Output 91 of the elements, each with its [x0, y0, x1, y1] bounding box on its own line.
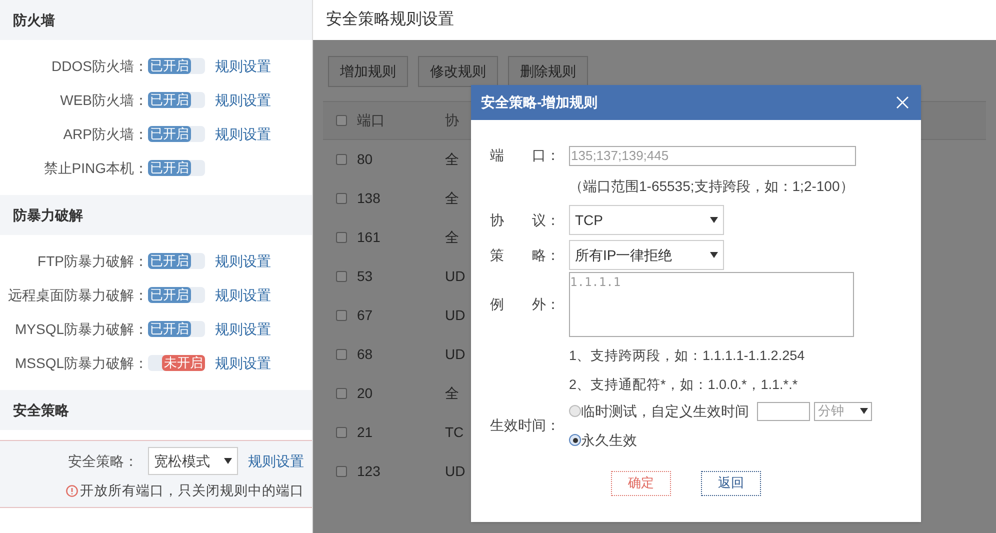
table-cell-text: UD — [445, 462, 466, 481]
rule-settings-link[interactable]: 规则设置 — [215, 284, 271, 306]
protocol-select[interactable]: TCP — [569, 205, 724, 235]
table-cell-text: 全 — [445, 384, 459, 403]
radio-label: 临时测试，自定义生效时间 — [581, 402, 749, 420]
exception-label: 例 外： — [490, 295, 561, 314]
rule-settings-link[interactable]: 规则设置 — [215, 124, 271, 144]
table-cell-text: 161 — [357, 228, 382, 247]
rule-settings-link[interactable]: 规则设置 — [215, 318, 271, 340]
status-toggle[interactable]: 未开启 — [148, 355, 205, 371]
port-label: 端 口： — [490, 146, 561, 165]
setting-label: ARP防火墙： — [62, 124, 148, 144]
rule-settings-link[interactable]: 规则设置 — [248, 450, 304, 472]
row-checkbox[interactable] — [336, 154, 347, 165]
caret-icon — [224, 458, 232, 464]
setting-label: FTP防暴力破解： — [36, 252, 148, 270]
toolbar-button[interactable]: 修改规则 — [418, 56, 498, 87]
table-cell-text: 68 — [357, 345, 374, 364]
setting-label: DDOS防火墙： — [50, 56, 148, 76]
row-checkbox[interactable] — [336, 193, 347, 204]
row-checkbox[interactable] — [336, 427, 347, 438]
setting-label: MYSQL防暴力破解： — [14, 320, 148, 339]
table-cell-text: 80 — [357, 150, 374, 169]
rule-settings-link[interactable]: 规则设置 — [215, 90, 271, 110]
dialog-title: 安全策略-增加规则 — [481, 93, 598, 112]
status-toggle[interactable]: 已开启 — [148, 160, 205, 176]
rule-settings-link[interactable]: 规则设置 — [215, 56, 271, 76]
table-cell-text: 53 — [357, 267, 374, 286]
table-cell-text: UD — [445, 345, 466, 364]
effective-time-label: 生效时间： — [490, 416, 561, 435]
protocol-label: 协 议： — [490, 210, 561, 230]
table-cell-text: 138 — [357, 189, 382, 208]
strategy-select[interactable]: 所有IP一律拒绝 — [569, 240, 724, 270]
row-checkbox[interactable] — [336, 232, 347, 243]
column-header: 端口 — [357, 111, 386, 130]
warning-icon — [66, 485, 78, 498]
setting-label: 禁止PING本机： — [42, 158, 148, 178]
section-title: 防火墙 — [13, 10, 55, 30]
table-cell-text: UD — [445, 306, 466, 325]
checkbox[interactable] — [336, 115, 347, 126]
unit-select[interactable]: 分钟 — [814, 402, 872, 420]
table-cell-text: 全 — [445, 189, 459, 208]
radio-button[interactable] — [569, 405, 581, 417]
status-toggle[interactable]: 已开启 — [148, 321, 205, 337]
page-title: 安全策略规则设置 — [326, 10, 454, 30]
status-toggle[interactable]: 已开启 — [148, 126, 205, 142]
caret-icon — [860, 408, 868, 414]
duration-field[interactable] — [757, 402, 810, 420]
caret-icon — [710, 217, 718, 223]
toolbar-button[interactable]: 删除规则 — [508, 56, 588, 87]
table-cell-text: UD — [445, 267, 466, 286]
table-cell-text: 21 — [357, 423, 374, 442]
section-title: 安全策略 — [13, 400, 69, 420]
table-cell-text: 67 — [357, 306, 374, 325]
toolbar-button[interactable]: 增加规则 — [328, 56, 408, 87]
row-checkbox[interactable] — [336, 466, 347, 477]
exception-note: 1、支持跨两段，如：1.1.1.1-1.1.2.254 — [569, 347, 806, 365]
rule-settings-link[interactable]: 规则设置 — [215, 352, 271, 374]
status-toggle[interactable]: 已开启 — [148, 58, 205, 74]
policy-notice: 开放所有端口，只关闭规则中的端口 — [80, 482, 304, 500]
table-cell-text: TC — [445, 423, 464, 442]
radio-button[interactable] — [569, 434, 581, 446]
strategy-label: 策 略： — [490, 246, 561, 264]
status-toggle[interactable]: 已开启 — [148, 253, 205, 269]
port-hint: （端口范围1-65535;支持跨段，如：1;2-100） — [569, 177, 855, 196]
section-title: 防暴力破解 — [13, 206, 83, 224]
rule-settings-link[interactable]: 规则设置 — [215, 250, 271, 272]
table-cell-text: 20 — [357, 384, 374, 403]
row-checkbox[interactable] — [336, 310, 347, 321]
row-checkbox[interactable] — [336, 388, 347, 399]
back-button[interactable]: 返回 — [701, 470, 761, 496]
policy-select[interactable]: 宽松模式 — [148, 447, 238, 475]
status-toggle[interactable]: 已开启 — [148, 287, 205, 303]
policy-label: 安全策略： — [68, 452, 138, 470]
column-header: 协 — [445, 111, 459, 130]
confirm-button[interactable]: 确定 — [611, 470, 671, 496]
exception-field[interactable]: 1.1.1.1 — [569, 272, 854, 337]
setting-label: WEB防火墙： — [59, 90, 148, 110]
caret-icon — [710, 252, 718, 258]
row-checkbox[interactable] — [336, 271, 347, 282]
radio-label: 永久生效 — [581, 430, 637, 450]
status-toggle[interactable]: 已开启 — [148, 92, 205, 108]
table-cell-text: 全 — [445, 228, 459, 247]
exception-note: 2、支持通配符*，如：1.0.0.*，1.1.*.* — [569, 376, 799, 394]
close-icon[interactable] — [896, 96, 909, 109]
setting-label: 远程桌面防暴力破解： — [7, 286, 148, 304]
setting-label: MSSQL防暴力破解： — [14, 354, 148, 373]
port-field[interactable]: 135;137;139;445 — [569, 146, 856, 166]
table-cell-text: 全 — [445, 150, 459, 169]
table-cell-text: 123 — [357, 462, 382, 481]
row-checkbox[interactable] — [336, 349, 347, 360]
